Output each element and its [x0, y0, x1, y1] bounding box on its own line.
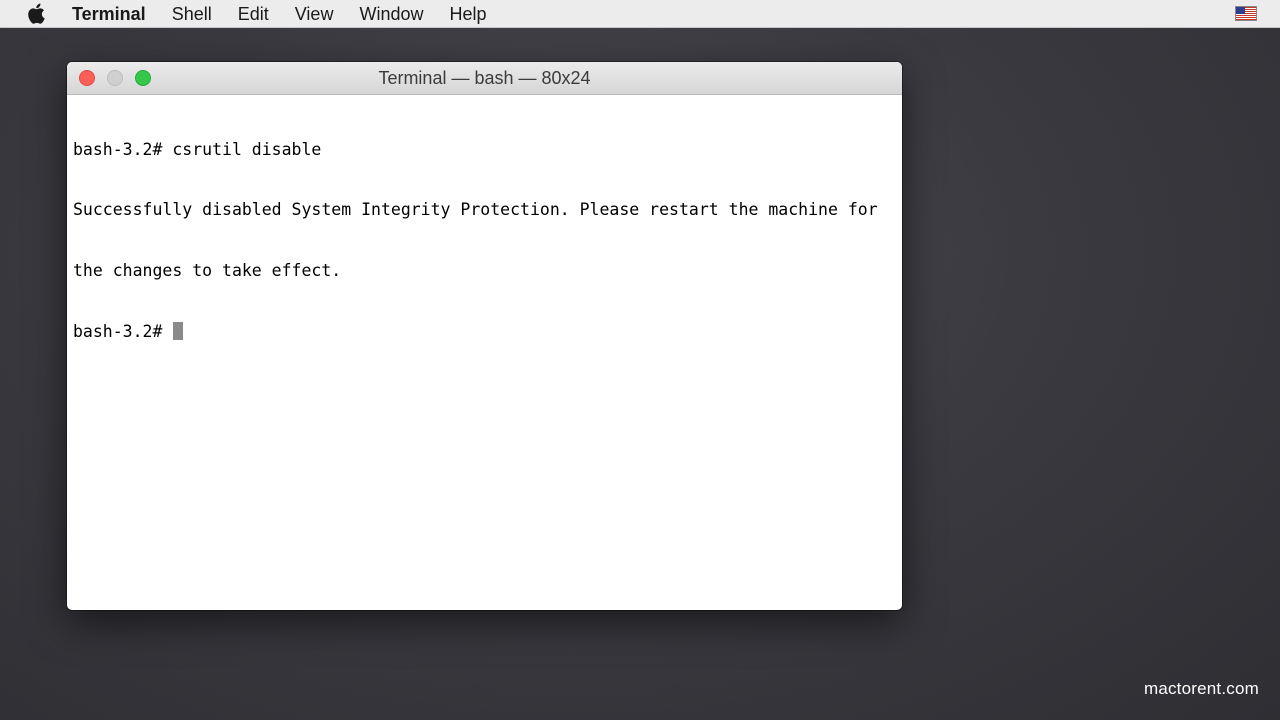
menu-view[interactable]: View [295, 0, 334, 28]
menu-edit[interactable]: Edit [238, 0, 269, 28]
terminal-output[interactable]: bash-3.2# csrutil disable Successfully d… [67, 95, 902, 387]
terminal-line: Successfully disabled System Integrity P… [73, 200, 878, 220]
menu-help[interactable]: Help [449, 0, 486, 28]
menu-bar: Terminal Shell Edit View Window Help [0, 0, 1280, 28]
terminal-line: bash-3.2# csrutil disable [73, 139, 322, 159]
terminal-line: the changes to take effect. [73, 261, 342, 281]
menu-shell[interactable]: Shell [172, 0, 212, 28]
watermark: mactorent.com [1143, 679, 1259, 698]
input-source-flag-icon[interactable] [1235, 6, 1257, 21]
apple-icon[interactable] [26, 3, 46, 25]
menu-terminal[interactable]: Terminal [72, 0, 146, 28]
terminal-window: Terminal — bash — 80x24 bash-3.2# csruti… [67, 62, 902, 610]
prompt-text: bash-3.2# [73, 322, 173, 342]
title-bar[interactable]: Terminal — bash — 80x24 [67, 62, 902, 95]
text-cursor [173, 322, 184, 341]
terminal-prompt-line: bash-3.2# [73, 322, 896, 342]
menu-window[interactable]: Window [359, 0, 423, 28]
window-title: Terminal — bash — 80x24 [378, 68, 591, 88]
